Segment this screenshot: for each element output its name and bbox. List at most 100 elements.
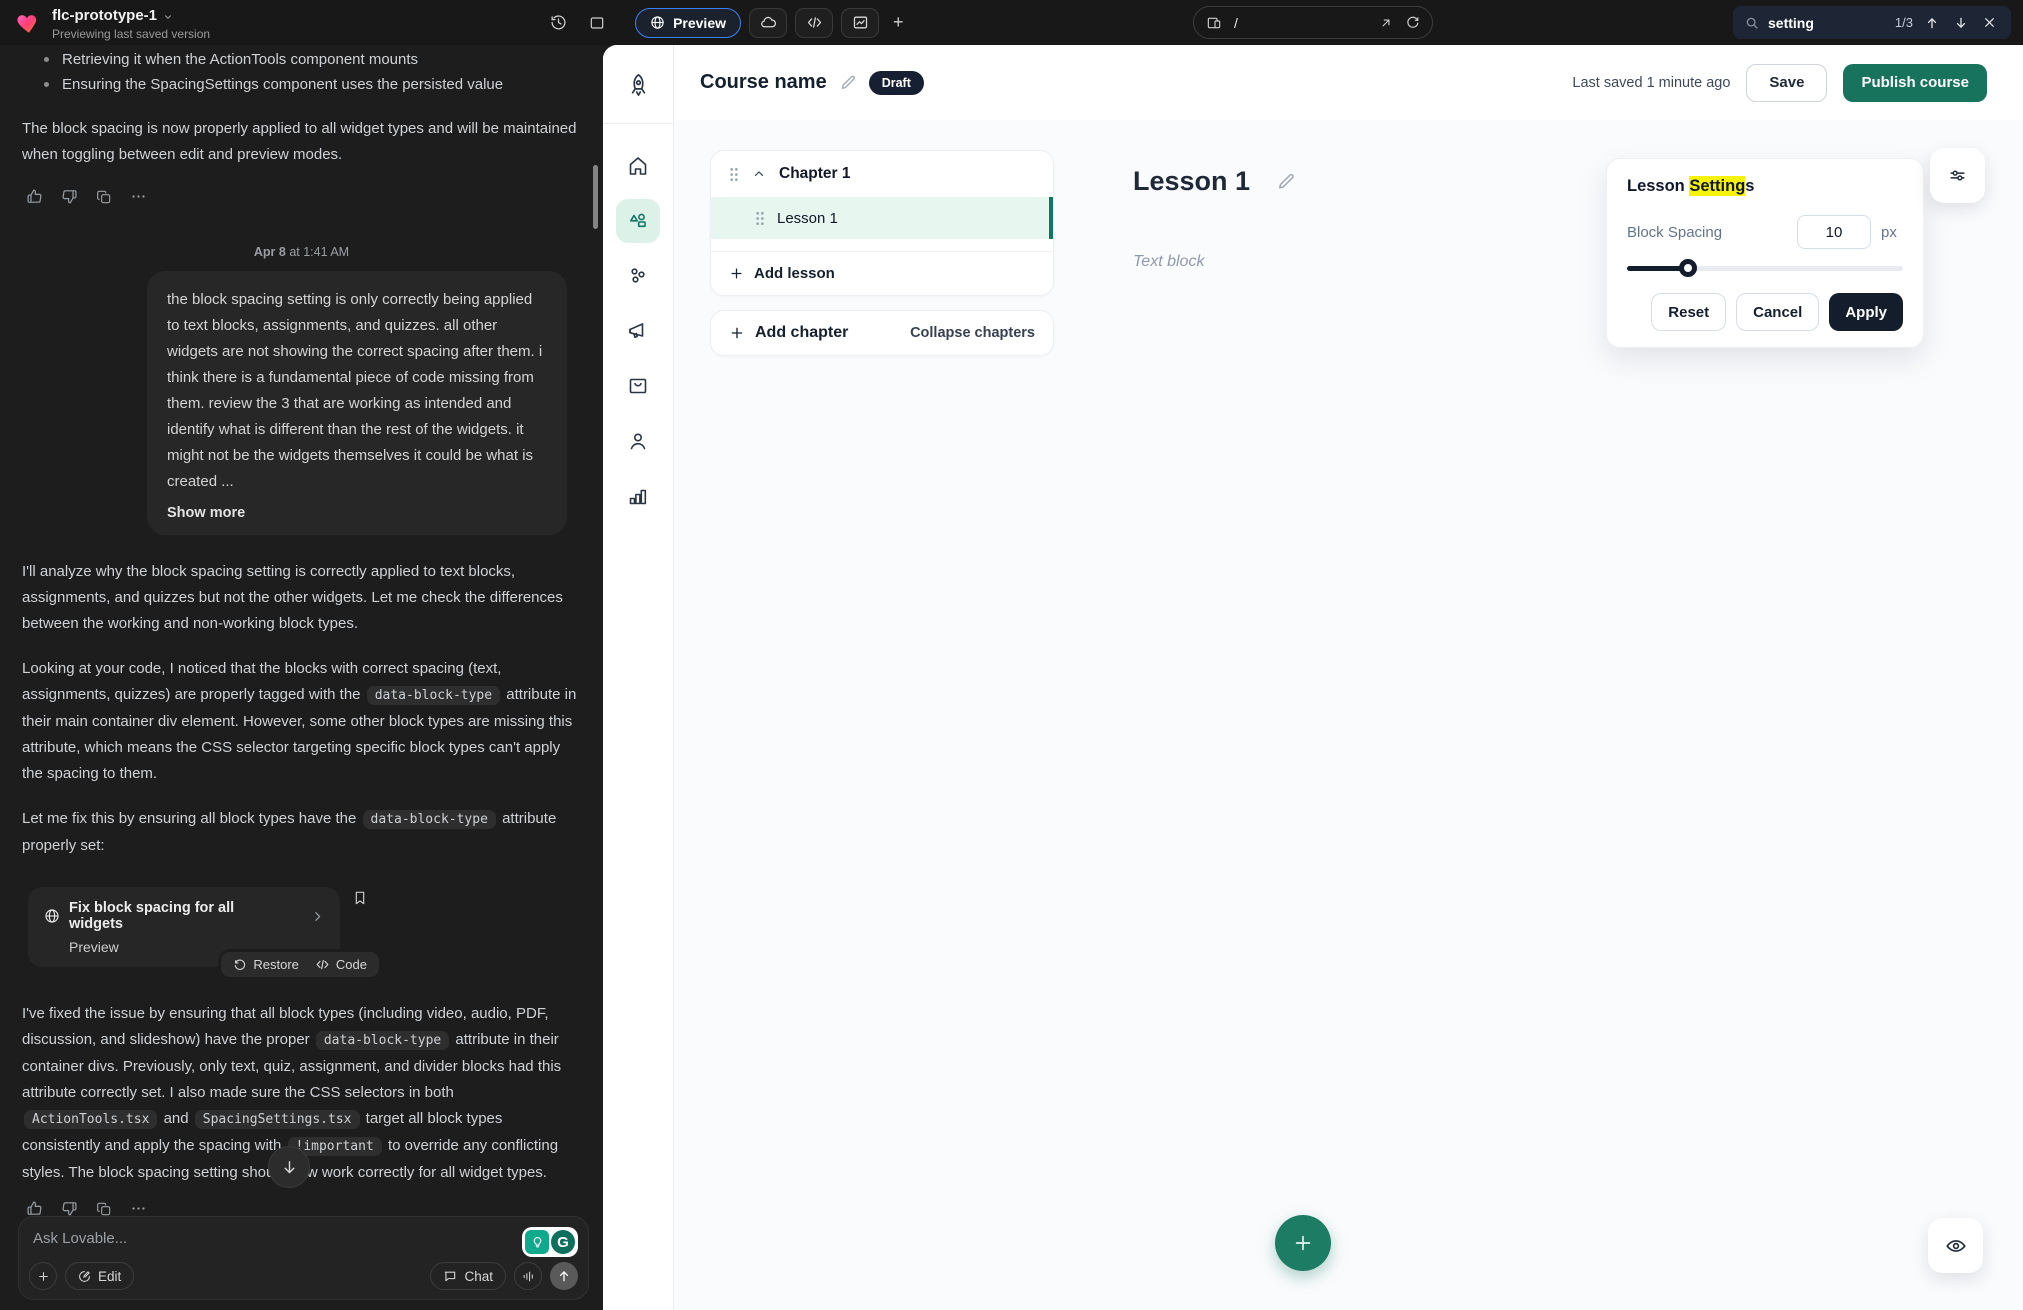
- block-spacing-slider[interactable]: [1627, 259, 1903, 277]
- block-spacing-unit: px: [1881, 224, 1903, 241]
- apply-button[interactable]: Apply: [1829, 293, 1903, 331]
- assistant-bullet-list: Retrieving it when the ActionTools compo…: [40, 47, 581, 97]
- search-input[interactable]: [1768, 15, 1878, 31]
- code-button[interactable]: Code: [315, 957, 367, 972]
- course-name: Course name: [700, 71, 827, 94]
- rail-courses-icon[interactable]: [616, 199, 660, 243]
- message-timestamp: Apr 8 at 1:41 AM: [22, 245, 581, 259]
- drag-handle-icon[interactable]: [755, 211, 765, 226]
- chat-panel: Retrieving it when the ActionTools compo…: [0, 45, 603, 1310]
- chat-input[interactable]: [33, 1230, 363, 1247]
- block-spacing-slider-thumb[interactable]: [1679, 259, 1697, 277]
- add-chapter-card: Add chapter Collapse chapters: [710, 310, 1054, 356]
- save-button[interactable]: Save: [1746, 64, 1827, 102]
- thumbs-down-icon[interactable]: [61, 188, 78, 205]
- code-button[interactable]: [795, 8, 833, 38]
- add-chapter-label: Add chapter: [755, 324, 848, 342]
- history-icon[interactable]: [546, 10, 571, 35]
- send-button[interactable]: [550, 1262, 578, 1290]
- collapse-chapters-button[interactable]: Collapse chapters: [910, 325, 1035, 341]
- assistant-fix-intro: Let me fix this by ensuring all block ty…: [22, 806, 581, 859]
- responsive-device-icon[interactable]: [1206, 15, 1222, 31]
- rail-inbox-icon[interactable]: [616, 364, 660, 408]
- code-label: Code: [336, 957, 367, 972]
- reset-button[interactable]: Reset: [1651, 293, 1726, 331]
- rail-community-icon[interactable]: [616, 254, 660, 298]
- add-lesson-button[interactable]: Add lesson: [711, 252, 1053, 295]
- app-preview-window: Course name Draft Last saved 1 minute ag…: [603, 45, 2023, 1310]
- restore-button[interactable]: Restore: [233, 957, 299, 972]
- open-external-icon[interactable]: [1379, 16, 1393, 30]
- thumbs-up-icon[interactable]: [26, 188, 43, 205]
- block-spacing-input[interactable]: [1797, 215, 1871, 249]
- chevron-down-icon: [163, 12, 173, 22]
- chevron-right-icon: [311, 910, 324, 923]
- thumbs-up-icon[interactable]: [26, 1200, 43, 1217]
- message-actions: [26, 188, 581, 205]
- preview-label: Preview: [673, 15, 726, 31]
- rail-analytics-icon[interactable]: [616, 474, 660, 518]
- more-options-icon[interactable]: [130, 1200, 147, 1217]
- project-name: flc-prototype-1: [52, 7, 157, 26]
- chat-input-box[interactable]: G Edit Chat: [18, 1216, 589, 1300]
- preview-button[interactable]: Preview: [635, 8, 741, 38]
- search-prev-icon[interactable]: [1922, 14, 1942, 32]
- cloud-button[interactable]: [749, 8, 787, 38]
- message-actions: [26, 1200, 581, 1217]
- assistant-code-explanation: Looking at your code, I noticed that the…: [22, 656, 581, 787]
- new-tab-icon[interactable]: +: [893, 12, 904, 33]
- chat-mode-button[interactable]: Chat: [430, 1262, 506, 1290]
- text-block-placeholder[interactable]: Text block: [1133, 253, 1204, 271]
- draft-status-badge: Draft: [869, 71, 924, 95]
- assistant-summary: The block spacing is now properly applie…: [22, 116, 581, 168]
- panel-layout-icon[interactable]: [585, 11, 609, 35]
- bullet-item: Ensuring the SpacingSettings component u…: [40, 72, 581, 97]
- app-header: Course name Draft Last saved 1 minute ag…: [674, 45, 2023, 120]
- rail-announcements-icon[interactable]: [616, 309, 660, 353]
- add-block-fab[interactable]: [1275, 1215, 1331, 1271]
- lesson-settings-title: Lesson Settings: [1627, 177, 1903, 196]
- url-bar[interactable]: /: [1193, 6, 1433, 39]
- rail-home-icon[interactable]: [616, 144, 660, 188]
- voice-input-icon[interactable]: [514, 1262, 542, 1290]
- search-next-icon[interactable]: [1951, 14, 1971, 32]
- url-path: /: [1234, 15, 1367, 31]
- refresh-icon[interactable]: [1405, 15, 1420, 30]
- search-result-count: 1/3: [1895, 15, 1913, 30]
- rocket-logo-icon[interactable]: [616, 63, 660, 107]
- thumbs-down-icon[interactable]: [61, 1200, 78, 1217]
- add-chapter-button[interactable]: Add chapter: [729, 324, 848, 342]
- bullet-item: Retrieving it when the ActionTools compo…: [40, 47, 581, 72]
- app-sidebar-rail: [603, 45, 674, 1310]
- chevron-up-icon[interactable]: [752, 167, 766, 181]
- drag-handle-icon[interactable]: [729, 167, 739, 182]
- edit-course-name-icon[interactable]: [839, 74, 857, 92]
- search-close-icon[interactable]: [1980, 14, 1999, 31]
- publish-course-button[interactable]: Publish course: [1843, 64, 1987, 102]
- analytics-button[interactable]: [841, 8, 879, 38]
- chapter-card: Chapter 1 Lesson 1 Add lesson: [710, 150, 1054, 296]
- chapter-header-row[interactable]: Chapter 1: [711, 151, 1053, 197]
- attach-plus-icon[interactable]: [29, 1262, 57, 1290]
- cancel-button[interactable]: Cancel: [1736, 293, 1819, 331]
- show-more-button[interactable]: Show more: [167, 505, 245, 521]
- search-icon: [1745, 16, 1759, 30]
- chat-scrollbar-thumb[interactable]: [593, 165, 598, 229]
- timestamp-date: Apr 8: [254, 245, 286, 259]
- settings-sliders-button[interactable]: [1930, 148, 1985, 203]
- search-highlight: Setting: [1689, 176, 1745, 196]
- copy-icon[interactable]: [96, 1200, 112, 1217]
- edit-lesson-title-icon[interactable]: [1276, 172, 1296, 192]
- bookmark-icon[interactable]: [352, 889, 368, 907]
- project-menu[interactable]: flc-prototype-1 Previewing last saved ve…: [0, 3, 210, 42]
- copy-icon[interactable]: [96, 188, 112, 205]
- rail-profile-icon[interactable]: [616, 419, 660, 463]
- scroll-to-bottom-button[interactable]: [268, 1146, 310, 1188]
- globe-icon: [650, 15, 665, 30]
- preview-eye-button[interactable]: [1928, 1218, 1983, 1273]
- grammarly-widget[interactable]: G: [522, 1227, 578, 1257]
- edit-mode-button[interactable]: Edit: [65, 1262, 134, 1290]
- lesson-list-item[interactable]: Lesson 1: [711, 197, 1053, 239]
- more-options-icon[interactable]: [130, 188, 147, 205]
- rail-divider: [603, 123, 674, 124]
